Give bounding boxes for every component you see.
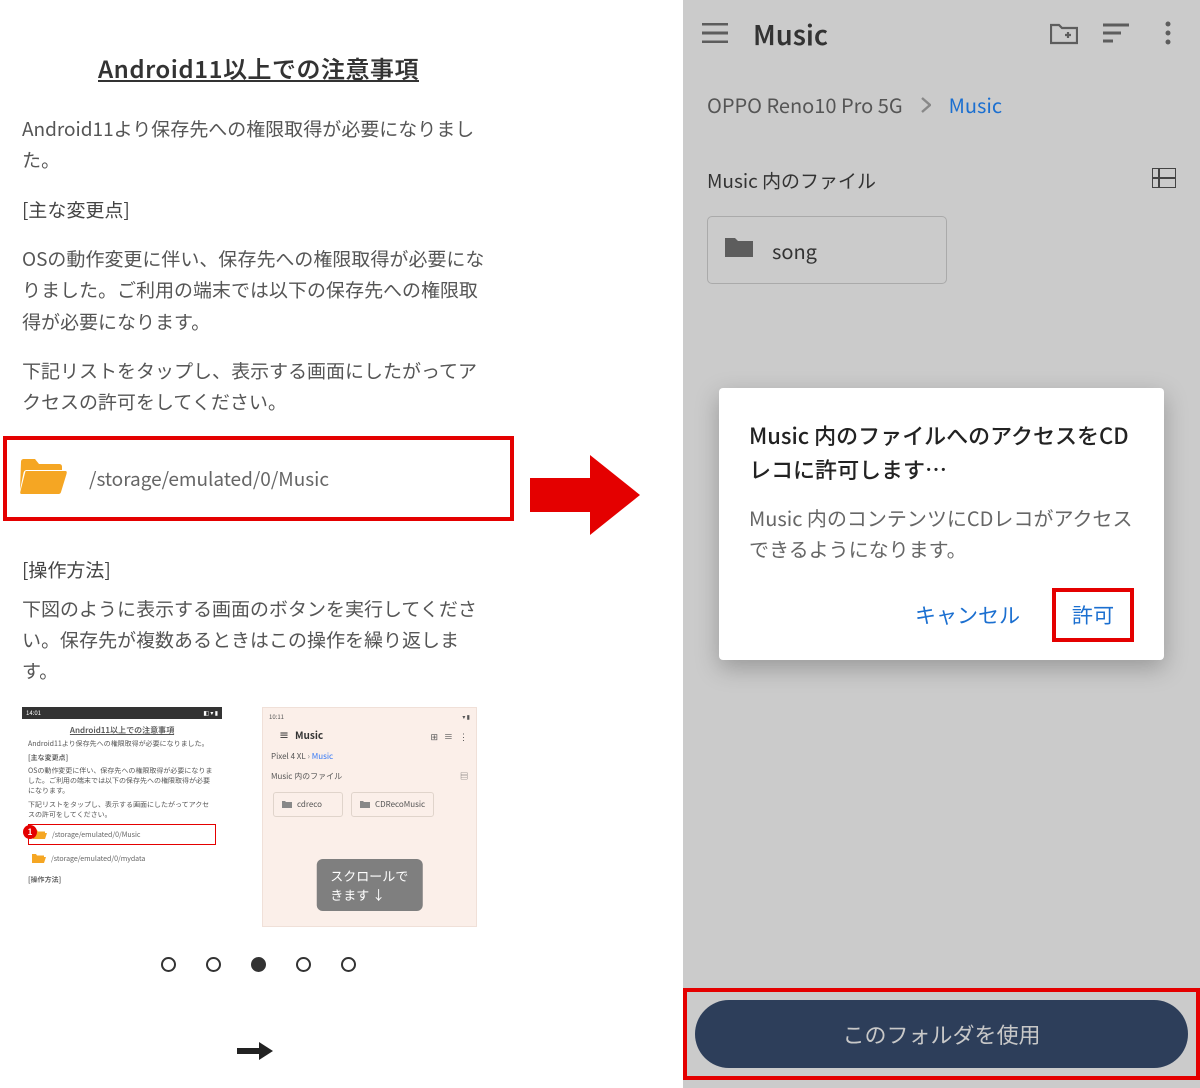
section-header: Music 内のファイル	[683, 119, 1200, 194]
folder-icon	[282, 800, 292, 808]
howto-body: 下図のように表示する画面のボタンを実行してください。保存先が複数あるときはこの操…	[22, 593, 495, 687]
intro-text: Android11より保存先への権限取得が必要になりました。	[22, 113, 495, 176]
thumb2-time: 10:11	[269, 712, 284, 721]
thumb1-p2: OSの動作変更に伴い、保存先への権限取得が必要になりました。ご利用の端末では以下…	[22, 767, 222, 796]
storage-path-text: /storage/emulated/0/Music	[89, 465, 329, 492]
permission-dialog: Music 内のファイルへのアクセスをCDレコに許可します… Music 内のコ…	[719, 388, 1164, 660]
right-panel: Music OPPO Reno10 Pro 5G Music Music 内のフ…	[683, 0, 1200, 1088]
bottom-button-highlight: このフォルダを使用	[683, 988, 1200, 1080]
thumb1-path1: /storage/emulated/0/Music	[28, 824, 216, 845]
breadcrumb[interactable]: OPPO Reno10 Pro 5G Music	[683, 66, 1200, 119]
thumbnail-step-2: 10:11▾ ▮ ≡Music ⊞≡⋮ Pixel 4 XL › Music M…	[262, 707, 477, 927]
new-folder-icon[interactable]	[1042, 11, 1086, 55]
dot-active[interactable]	[251, 957, 266, 972]
thumb2-section: Music 内のファイル	[271, 771, 342, 782]
crumb-root[interactable]: OPPO Reno10 Pro 5G	[707, 90, 903, 119]
sort-icon[interactable]	[1094, 11, 1138, 55]
thumb2-folder-1: cdreco	[273, 792, 343, 817]
dot[interactable]	[161, 957, 176, 972]
page-indicator[interactable]	[0, 957, 517, 972]
changes-body: OSの動作変更に伴い、保存先への権限取得が必要になりました。ご利用の端末では以下…	[22, 243, 495, 337]
dialog-title: Music 内のファイルへのアクセスをCDレコに許可します…	[749, 418, 1134, 486]
arrow-right-icon	[530, 450, 640, 540]
folder-open-icon	[19, 456, 67, 501]
chevron-right-icon	[921, 90, 931, 119]
thumb2-folder-2: CDRecoMusic	[351, 792, 434, 817]
thumb1-label2: [操作方法]	[22, 876, 222, 886]
more-icon: ⋮	[459, 730, 468, 743]
thumb2-crumb-root: Pixel 4 XL	[271, 751, 306, 762]
folder-icon	[360, 800, 370, 808]
list-view-icon[interactable]	[1152, 167, 1176, 194]
dot[interactable]	[341, 957, 356, 972]
allow-button[interactable]: 許可	[1062, 596, 1124, 634]
thumb2-crumb-cur: Music	[312, 751, 333, 762]
folder-item-song[interactable]: song	[707, 216, 947, 284]
thumb1-path2: /storage/emulated/0/mydata	[28, 849, 216, 868]
use-folder-button[interactable]: このフォルダを使用	[695, 1000, 1188, 1068]
thumb1-time: 14:01	[26, 708, 41, 717]
thumb1-title: Android11以上での注意事項	[22, 725, 222, 736]
thumb1-p1: Android11より保存先への権限取得が必要になりました。	[22, 740, 222, 750]
allow-button-highlight: 許可	[1052, 588, 1134, 642]
thumb1-label: [主な変更点]	[22, 754, 222, 764]
cancel-button[interactable]: キャンセル	[903, 592, 1032, 638]
thumb1-p3: 下記リストをタップし、表示する画面にしたがってアクセスの許可をしてください。	[22, 801, 222, 821]
more-icon[interactable]	[1146, 11, 1190, 55]
step-badge-1: 1	[23, 825, 37, 839]
menu-icon: ≡	[279, 727, 289, 742]
screen-title: Music	[753, 14, 828, 53]
folder-label: song	[772, 236, 817, 265]
arrow-right-icon	[237, 1039, 273, 1068]
left-panel: Android11以上での注意事項 Android11より保存先への権限取得が必…	[0, 0, 517, 1088]
thumb2-title: Music	[295, 727, 323, 742]
howto-label: [操作方法]	[22, 556, 495, 583]
list-view-icon: ▤	[460, 771, 468, 782]
thumbnail-step-1: 14:01 ◧ ▾ ▮ Android11以上での注意事項 Android11より…	[22, 707, 222, 927]
dot[interactable]	[296, 957, 311, 972]
page-title: Android11以上での注意事項	[0, 0, 517, 113]
folder-icon	[724, 235, 754, 265]
storage-path-item[interactable]: /storage/emulated/0/Music	[3, 436, 514, 521]
dot[interactable]	[206, 957, 221, 972]
crumb-current[interactable]: Music	[949, 90, 1002, 119]
dialog-body: Music 内のコンテンツにCDレコがアクセスできるようになります。	[749, 502, 1134, 564]
menu-icon[interactable]	[693, 11, 737, 55]
changes-body-2: 下記リストをタップし、表示する画面にしたがってアクセスの許可をしてください。	[22, 355, 495, 418]
sort-icon: ≡	[444, 730, 453, 743]
folder-open-icon	[32, 853, 46, 864]
status-icons: ◧ ▾ ▮	[203, 708, 218, 717]
scroll-hint: スクロールできます ↓	[316, 859, 423, 911]
toolbar: Music	[683, 0, 1200, 66]
status-icons: ▾ ▮	[462, 712, 470, 721]
changes-label: [主な変更点]	[22, 194, 495, 225]
section-label: Music 内のファイル	[707, 167, 876, 194]
new-folder-icon: ⊞	[430, 730, 438, 743]
